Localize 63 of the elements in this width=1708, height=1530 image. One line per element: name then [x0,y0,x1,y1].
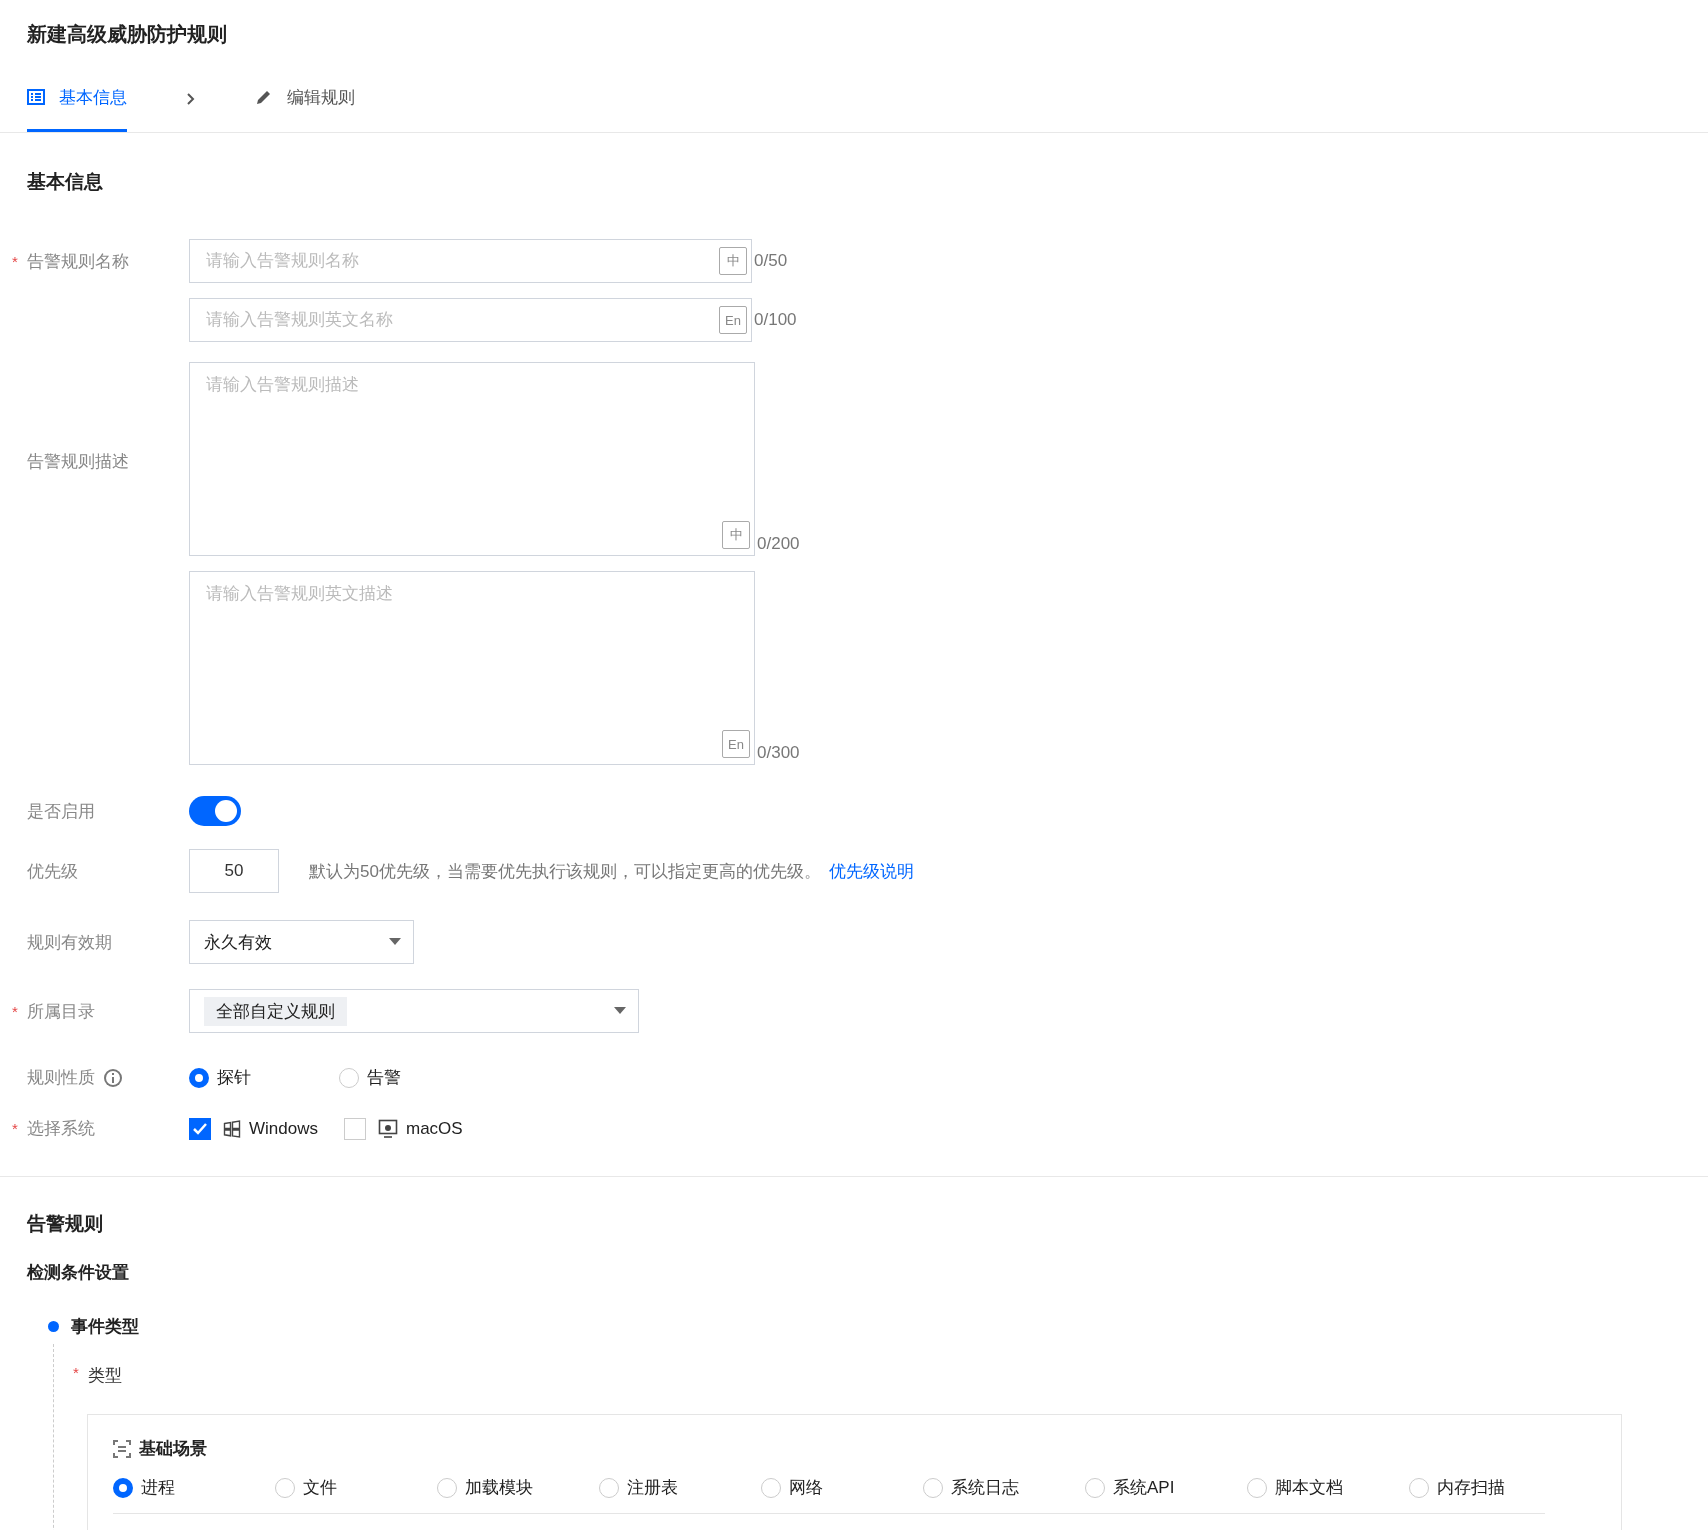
timeline-dot [48,1321,59,1332]
section-heading: 基本信息 [27,170,104,194]
checkbox-label: macOS [405,1118,463,1139]
scan-icon [113,1439,131,1458]
required-asterisk: * [12,1120,18,1137]
language-tag: 中 [722,521,750,549]
step-heading: 事件类型 [71,1316,139,1338]
radio-label: 内存扫描 [1437,1477,1505,1499]
radio-button[interactable] [189,1067,209,1088]
priority-input[interactable]: 50 [189,849,279,893]
caret-down-icon [614,1007,626,1015]
priority-help-link[interactable]: 优先级说明 [828,859,914,883]
checkbox-label: Windows [249,1118,318,1139]
radio-label: 加载模块 [465,1477,533,1499]
directory-dropdown[interactable]: 全部自定义规则 [189,989,639,1033]
field-label: 规则性质 [27,1067,95,1089]
field-label: 所属目录 [27,1000,95,1023]
checkmark-icon [192,1121,208,1136]
toggle-switch[interactable] [189,796,241,826]
validity-dropdown[interactable]: 永久有效 [189,920,414,964]
radio-label: 脚本文档 [1275,1477,1343,1499]
radio-label: 网络 [789,1477,823,1499]
radio-label: 进程 [141,1477,175,1499]
section-heading: 告警规则 [27,1212,104,1236]
character-counter: 0/100 [754,310,797,330]
windows-icon [223,1119,241,1138]
group-title: 基础场景 [139,1438,207,1460]
chevron-right-icon [185,91,195,106]
caret-down-icon [389,938,401,946]
field-label: 告警规则名称 [27,250,129,273]
field-label: 选择系统 [27,1118,95,1140]
field-label: 是否启用 [27,800,95,823]
language-tag: 中 [719,247,747,275]
step-tab[interactable]: 编辑规则 [255,65,355,132]
required-asterisk: * [12,252,18,270]
character-counter: 0/200 [757,534,800,554]
character-counter: 0/300 [757,743,800,763]
language-tag: En [722,730,750,758]
checkbox[interactable] [189,1117,211,1140]
field-label: 类型 [88,1365,122,1387]
page-title: 新建高级威胁防护规则 [26,22,228,47]
subsection-heading: 检测条件设置 [27,1262,130,1284]
table-icon [27,88,45,106]
radio-label: 注册表 [627,1477,678,1499]
radio-button[interactable] [113,1477,133,1498]
pencil-icon [255,88,273,106]
info-icon[interactable] [103,1067,123,1088]
field-label: 告警规则描述 [27,451,129,473]
step-tab[interactable]: 基本信息 [27,65,127,132]
character-counter: 0/50 [754,251,788,271]
required-asterisk: * [12,1002,18,1020]
selected-tag: 全部自定义规则 [204,996,347,1026]
radio-label: 系统日志 [951,1477,1019,1499]
field-label: 优先级 [27,860,78,883]
hint-text: 默认为50优先级，当需要优先执行该规则，可以指定更高的优先级。 [309,860,821,883]
radio-label: 告警 [367,1067,401,1089]
radio-label: 探针 [217,1067,251,1089]
language-tag: En [719,306,747,334]
monitor-icon [377,1118,398,1139]
radio-label: 文件 [303,1477,337,1499]
field-label: 规则有效期 [27,931,112,954]
radio-label: 系统API [1113,1477,1175,1499]
required-asterisk: * [73,1364,79,1381]
